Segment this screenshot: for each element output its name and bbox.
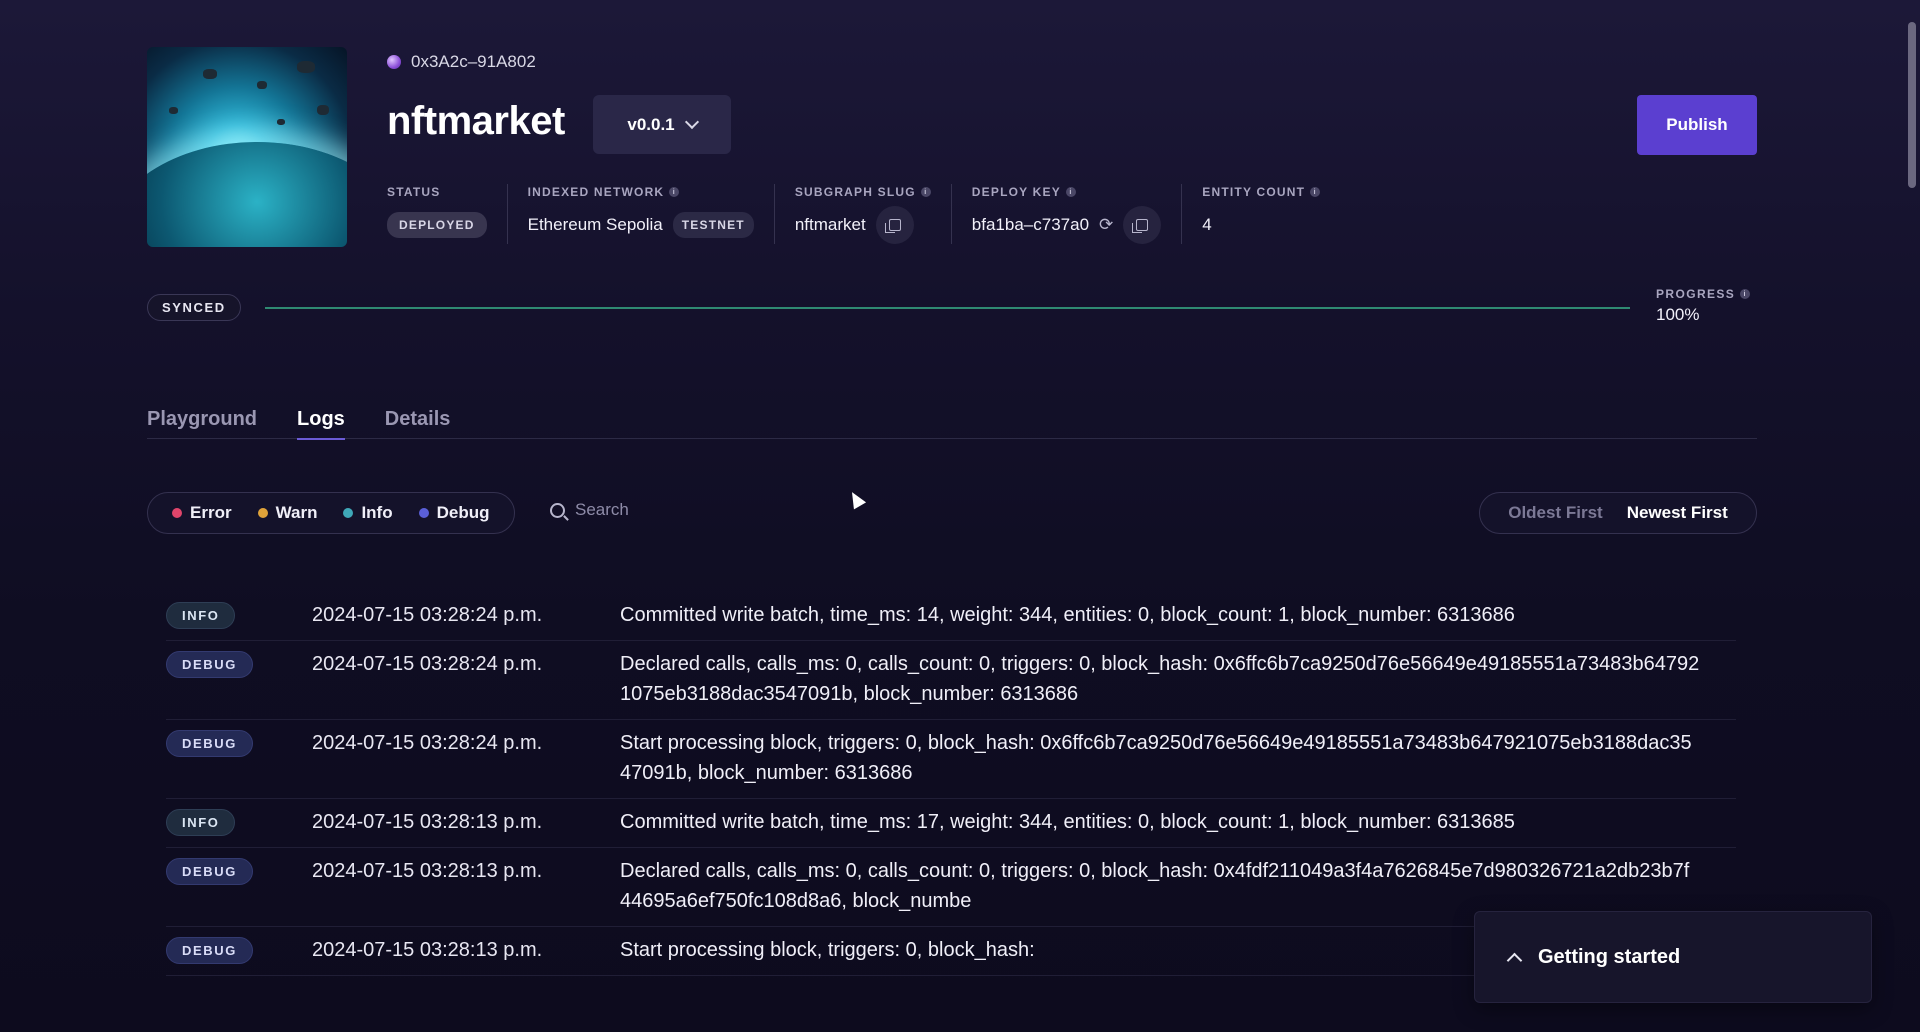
log-message: Declared calls, calls_ms: 0, calls_count… [620,653,1700,705]
subgraph-title: nftmarket [387,99,565,143]
progress-value: 100% [1656,305,1700,324]
deploy-key-label: DEPLOY KEY [971,185,1061,199]
error-dot-icon [172,508,182,518]
log-row[interactable]: DEBUG 2024-07-15 03:28:24 p.m. Declared … [166,641,1736,720]
subgraph-header: 0x3A2c–91A802 nftmarket v0.0.1 Publish S… [147,47,1757,247]
info-icon[interactable]: i [1310,187,1321,197]
log-row[interactable]: INFO 2024-07-15 03:28:13 p.m. Committed … [166,799,1736,848]
info-icon[interactable]: i [1065,187,1076,197]
filter-debug-label: Debug [436,503,490,522]
copy-icon [884,219,901,233]
entity-count-value: 4 [1202,215,1212,234]
log-message: Declared calls, calls_ms: 0, calls_count… [620,860,1690,912]
tab-logs[interactable]: Logs [297,408,345,440]
refresh-icon[interactable]: ⟳ [1099,215,1113,235]
filter-info[interactable]: Info [343,503,393,523]
progress-label: PROGRESS [1656,287,1736,301]
log-message: Committed write batch, time_ms: 17, weig… [620,811,1515,833]
slug-field: SUBGRAPH SLUG i nftmarket [773,184,951,244]
deploy-key-field: DEPLOY KEY i bfa1ba–c737a0 ⟳ [950,184,1181,244]
status-field: STATUS DEPLOYED [387,184,507,244]
filter-debug[interactable]: Debug [418,503,490,523]
log-row[interactable]: DEBUG 2024-07-15 03:28:24 p.m. Start pro… [166,720,1736,799]
log-level-badge: DEBUG [166,937,253,964]
ethereum-icon [387,55,401,69]
testnet-badge: TESTNET [672,212,754,238]
filter-info-label: Info [361,503,393,522]
log-level-badge: INFO [166,809,236,836]
filter-error-label: Error [190,503,232,522]
log-level-badge: DEBUG [166,858,253,885]
getting-started-panel[interactable]: Getting started [1474,911,1872,1003]
log-message: Committed write batch, time_ms: 14, weig… [620,604,1515,626]
synced-badge: SYNCED [147,294,241,321]
log-message: Start processing block, triggers: 0, blo… [620,732,1692,784]
deploy-key-value: bfa1ba–c737a0 [971,215,1090,234]
info-icon[interactable]: i [669,187,680,197]
slug-label: SUBGRAPH SLUG [794,185,916,199]
copy-deploy-key-button[interactable] [1123,206,1162,244]
search-icon [550,502,565,518]
filter-warn-label: Warn [275,503,318,522]
owner-address-text: 0x3A2c–91A802 [411,52,536,71]
log-search [550,500,835,520]
sort-newest-first[interactable]: Newest First [1627,503,1728,523]
tab-bar: Playground Logs Details [147,408,1757,440]
debug-dot-icon [418,508,429,518]
scrollbar-thumb[interactable] [1908,22,1916,188]
slug-value: nftmarket [794,215,866,234]
log-timestamp: 2024-07-15 03:28:24 p.m. [312,653,543,675]
entity-count-label: ENTITY COUNT [1202,185,1306,199]
getting-started-label: Getting started [1538,945,1681,968]
sort-oldest-first[interactable]: Oldest First [1508,503,1602,523]
search-input[interactable] [575,500,835,520]
log-timestamp: 2024-07-15 03:28:24 p.m. [312,604,543,626]
status-label: STATUS [387,185,441,199]
log-level-badge: DEBUG [166,730,253,757]
filter-warn[interactable]: Warn [257,503,318,523]
subgraph-meta: STATUS DEPLOYED INDEXED NETWORK i Ethereu… [387,184,1340,244]
sort-toggle: Oldest First Newest First [1479,492,1757,534]
info-icon[interactable]: i [1740,289,1751,299]
page-scrollbar[interactable] [1904,0,1920,1032]
log-level-filters: Error Warn Info Debug [147,492,515,534]
log-timestamp: 2024-07-15 03:28:13 p.m. [312,939,543,961]
copy-icon [1132,219,1149,233]
filter-error[interactable]: Error [172,503,232,523]
network-label: INDEXED NETWORK [527,185,665,199]
network-field: INDEXED NETWORK i Ethereum Sepolia TESTNE… [506,184,774,244]
tab-playground[interactable]: Playground [147,408,257,439]
copy-slug-button[interactable] [875,206,914,244]
log-timestamp: 2024-07-15 03:28:13 p.m. [312,811,543,833]
publish-button[interactable]: Publish [1637,95,1757,155]
network-value: Ethereum Sepolia [527,215,663,234]
sync-status-row: SYNCED PROGRESS i 100% [147,283,1757,327]
status-badge: DEPLOYED [387,212,487,238]
info-icon[interactable]: i [920,187,931,197]
entity-count-field: ENTITY COUNT i 4 [1181,184,1340,244]
owner-address: 0x3A2c–91A802 [387,52,536,72]
mouse-cursor-icon [845,488,867,510]
version-label: v0.0.1 [627,114,675,134]
subgraph-image [147,47,347,247]
version-dropdown[interactable]: v0.0.1 [593,95,731,154]
log-level-badge: INFO [166,602,236,629]
tab-details[interactable]: Details [385,408,451,439]
log-timestamp: 2024-07-15 03:28:13 p.m. [312,860,543,882]
log-timestamp: 2024-07-15 03:28:24 p.m. [312,732,543,754]
info-dot-icon [343,508,354,518]
warn-dot-icon [257,508,268,518]
chevron-up-icon [1506,952,1523,968]
log-row[interactable]: INFO 2024-07-15 03:28:24 p.m. Committed … [166,592,1736,641]
chevron-down-icon [684,114,699,129]
log-level-badge: DEBUG [166,651,253,678]
sync-progress-bar [265,307,1630,309]
